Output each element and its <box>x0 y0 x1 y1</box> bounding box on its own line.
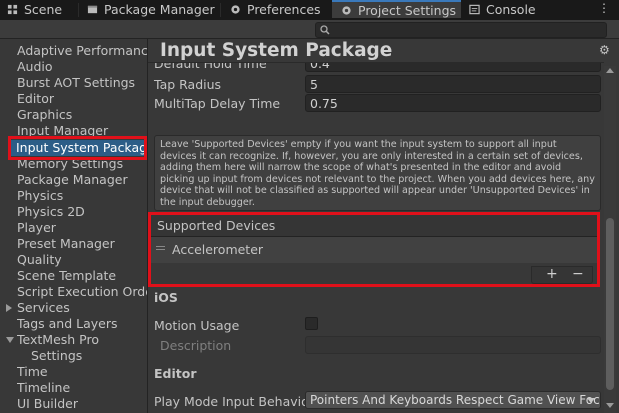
sidebar-item-graphics[interactable]: Graphics <box>17 107 147 123</box>
search-icon <box>320 25 330 35</box>
sidebar-item-adaptive-performance[interactable]: Adaptive Performance <box>17 43 147 59</box>
dropdown-value: Pointers And Keyboards Respect Game View… <box>310 393 601 407</box>
tap-radius-field[interactable]: 5 <box>305 75 601 93</box>
sidebar-item-quality[interactable]: Quality <box>17 252 147 268</box>
chevron-down-icon <box>587 398 595 403</box>
scrollbar-thumb[interactable] <box>606 218 614 390</box>
hold-time-label: Default Hold Time <box>154 63 267 71</box>
search-input[interactable] <box>315 22 607 38</box>
tab-separator <box>220 3 221 17</box>
tab-separator <box>78 3 79 17</box>
sidebar-item-timeline[interactable]: Timeline <box>17 380 147 396</box>
multitap-delay-label: MultiTap Delay Time <box>154 96 281 111</box>
sidebar-item-services[interactable]: Services <box>17 300 147 316</box>
sidebar-item-preset-manager[interactable]: Preset Manager <box>17 236 147 252</box>
settings-gear-icon[interactable]: ⚙ <box>599 43 610 57</box>
tab-label: Preferences <box>247 2 321 17</box>
tab-label: Project Settings <box>358 3 457 18</box>
gear-icon <box>342 6 351 15</box>
editor-section-title: Editor <box>154 366 197 381</box>
hold-time-field[interactable]: 0.4 <box>305 63 601 72</box>
tab-package-manager[interactable]: Package Manager <box>86 0 215 20</box>
gear-icon <box>231 5 240 14</box>
sidebar-item-script-execution-order[interactable]: Script Execution Order <box>17 284 147 300</box>
expand-arrow-icon[interactable] <box>6 304 12 312</box>
sidebar-item-time[interactable]: Time <box>17 364 147 380</box>
play-mode-behavior-label: Play Mode Input Behavior <box>154 394 314 409</box>
page-title: Input System Package <box>160 40 393 61</box>
tap-radius-label: Tap Radius <box>154 77 222 92</box>
motion-usage-checkbox[interactable] <box>305 317 318 330</box>
sidebar-item-editor[interactable]: Editor <box>17 91 147 107</box>
scroll-up-icon[interactable] <box>606 68 614 73</box>
sidebar-item-scene-template[interactable]: Scene Template <box>17 268 147 284</box>
play-mode-behavior-dropdown[interactable]: Pointers And Keyboards Respect Game View… <box>305 391 601 409</box>
clipped-row: Default Hold Time 0.4 <box>148 63 604 72</box>
sidebar-item-physics[interactable]: Physics <box>17 188 147 204</box>
scroll-down-icon[interactable] <box>606 403 614 408</box>
sidebar-item-burst-aot[interactable]: Burst AOT Settings <box>17 75 147 91</box>
settings-sidebar: Adaptive Performance Audio Burst AOT Set… <box>0 39 147 413</box>
console-icon <box>469 4 480 15</box>
tab-console[interactable]: Console <box>468 0 536 20</box>
tab-bar: Scene Package Manager Preferences Projec… <box>0 0 619 20</box>
sidebar-item-audio[interactable]: Audio <box>17 59 147 75</box>
tab-label: Scene <box>24 2 63 17</box>
highlight-box <box>8 136 147 160</box>
collapse-arrow-icon[interactable] <box>6 337 14 343</box>
help-box: Leave 'Supported Devices' empty if you w… <box>154 135 601 211</box>
sidebar-item-tags-and-layers[interactable]: Tags and Layers <box>17 316 147 332</box>
tab-project-settings[interactable]: Project Settings <box>332 0 461 18</box>
ios-section-title: iOS <box>154 290 178 305</box>
sidebar-item-textmesh-pro[interactable]: TextMesh Pro <box>17 332 147 348</box>
tab-preferences[interactable]: Preferences <box>229 0 321 20</box>
scene-grid-icon <box>7 4 18 15</box>
sidebar-item-ui-builder[interactable]: UI Builder <box>17 396 147 412</box>
tab-label: Console <box>486 2 536 17</box>
description-label: Description <box>160 338 232 353</box>
sidebar-item-physics-2d[interactable]: Physics 2D <box>17 204 147 220</box>
tab-label: Package Manager <box>104 2 215 17</box>
package-icon <box>87 5 98 14</box>
more-options-icon[interactable]: ⋮ <box>598 1 610 15</box>
tab-scene[interactable]: Scene <box>6 0 62 20</box>
sidebar-item-textmesh-settings[interactable]: Settings <box>31 348 147 364</box>
sidebar-item-package-manager[interactable]: Package Manager <box>17 172 147 188</box>
multitap-delay-field[interactable]: 0.75 <box>305 94 601 112</box>
sidebar-item-player[interactable]: Player <box>17 220 147 236</box>
description-field[interactable] <box>305 336 601 354</box>
highlight-box-devices <box>148 212 600 287</box>
motion-usage-label: Motion Usage <box>154 318 240 333</box>
